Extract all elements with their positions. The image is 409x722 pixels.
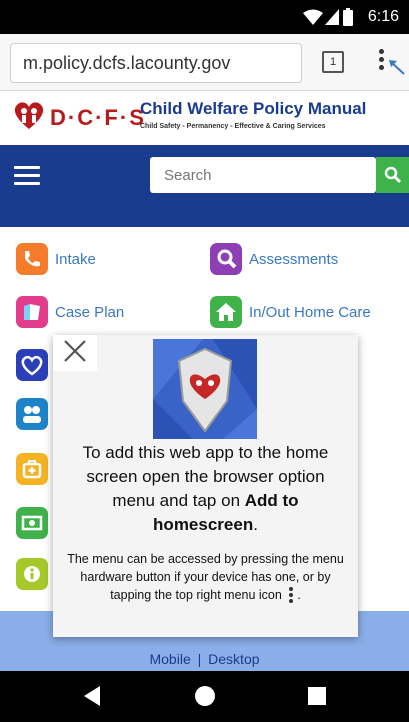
- site-tagline: Child Safety - Permanency - Effective & …: [140, 123, 326, 130]
- search-button[interactable]: [376, 157, 409, 193]
- wifi-icon: [303, 9, 323, 25]
- menu-item-partial[interactable]: [16, 507, 48, 539]
- hamburger-menu-icon[interactable]: [14, 166, 40, 186]
- medical-kit-icon: [16, 453, 48, 485]
- menu-item-partial[interactable]: [16, 453, 48, 485]
- menu-item-in-out-home-care[interactable]: In/Out Home Care: [210, 296, 371, 328]
- back-icon[interactable]: [84, 686, 102, 706]
- url-text: m.policy.dcfs.lacounty.gov: [23, 53, 231, 73]
- phone-icon: [16, 243, 48, 275]
- menu-item-label: Assessments: [249, 250, 339, 268]
- status-time: 6:16: [367, 8, 399, 25]
- people-icon: [16, 398, 48, 430]
- footer-links: Mobile | Desktop: [0, 651, 409, 667]
- search-box: [150, 157, 376, 193]
- folder-icon: [16, 296, 48, 328]
- system-navigation-bar: [0, 671, 409, 722]
- menu-item-label: Case Plan: [55, 303, 125, 321]
- menu-dot-icon: [378, 65, 384, 70]
- menu-dots-icon: [289, 586, 294, 605]
- add-to-homescreen-popup: To add this web app to the home screen o…: [53, 335, 358, 637]
- menu-item-assessments[interactable]: Assessments: [210, 243, 338, 275]
- dcfs-logo-text: D·C·F·S: [50, 105, 146, 130]
- menu-item-partial[interactable]: [16, 558, 48, 590]
- menu-item-intake[interactable]: Intake: [16, 243, 96, 275]
- url-bar[interactable]: m.policy.dcfs.lacounty.gov: [10, 43, 302, 83]
- search-icon: [384, 166, 402, 184]
- status-bar: 6:16: [0, 0, 409, 34]
- browser-toolbar: m.policy.dcfs.lacounty.gov 1: [0, 34, 409, 91]
- menu-item-label: Intake: [55, 250, 96, 268]
- site-navbar: [0, 145, 409, 227]
- browser-menu-button[interactable]: [376, 49, 386, 75]
- recent-apps-icon[interactable]: [308, 687, 326, 705]
- pointer-arrow-icon: [389, 60, 405, 75]
- home-icon: [210, 296, 242, 328]
- popup-sub-text: The menu can be accessed by pressing the…: [67, 552, 344, 602]
- money-icon: [16, 507, 48, 539]
- popup-message-end: .: [253, 515, 258, 534]
- popup-sub-message: The menu can be accessed by pressing the…: [61, 550, 350, 605]
- popup-message: To add this web app to the home screen o…: [63, 441, 348, 537]
- menu-dot-icon: [378, 57, 384, 62]
- heart-icon: [16, 349, 48, 381]
- close-icon: [64, 340, 86, 362]
- menu-item-partial[interactable]: [16, 349, 48, 381]
- battery-icon: [343, 8, 353, 26]
- site-title[interactable]: Child Welfare Policy Manual: [140, 99, 366, 119]
- dcfs-logo-icon: [14, 102, 44, 129]
- menu-dot-icon: [378, 49, 384, 54]
- close-button[interactable]: [53, 335, 97, 371]
- signal-icon: [325, 9, 339, 25]
- menu-item-case-plan[interactable]: Case Plan: [16, 296, 124, 328]
- info-icon: [16, 558, 48, 590]
- tab-switcher-button[interactable]: 1: [322, 51, 344, 73]
- menu-item-label: In/Out Home Care: [249, 303, 371, 321]
- home-button-icon[interactable]: [195, 686, 215, 706]
- menu-item-partial[interactable]: [16, 398, 48, 430]
- search-input[interactable]: [162, 157, 366, 193]
- footer-separator: |: [197, 651, 202, 667]
- popup-sub-end: .: [297, 588, 301, 602]
- mobile-link[interactable]: Mobile: [149, 651, 190, 667]
- desktop-link[interactable]: Desktop: [208, 651, 259, 667]
- site-header: D·C·F·S Child Welfare Policy Manual Chil…: [0, 91, 409, 145]
- magnifier-icon: [210, 243, 242, 275]
- app-icon: [153, 339, 257, 439]
